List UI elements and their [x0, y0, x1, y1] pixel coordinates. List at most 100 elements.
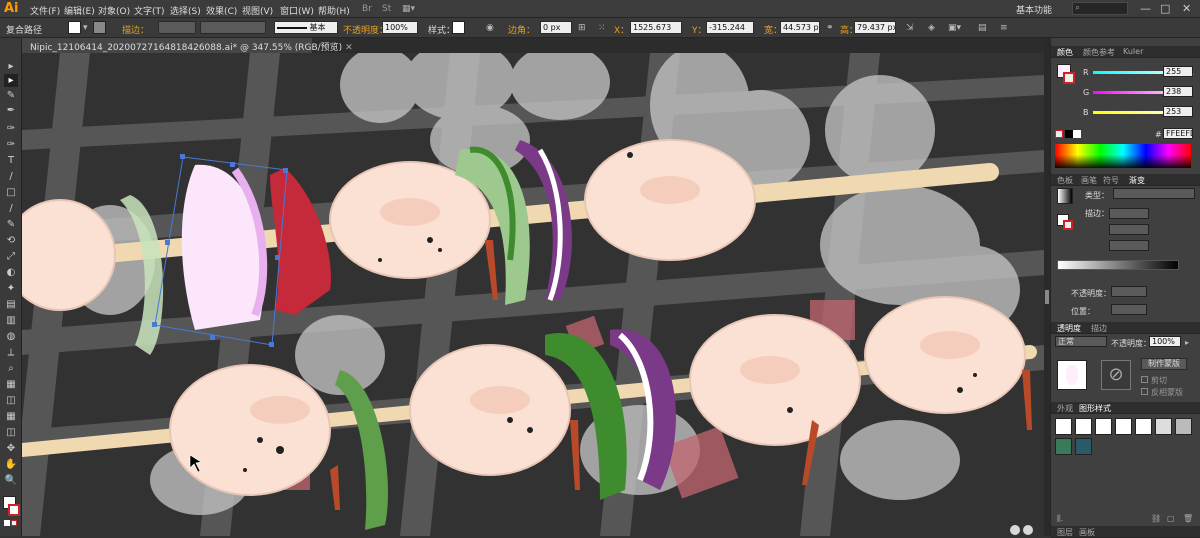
g-field[interactable]: 238 — [1163, 86, 1193, 97]
pen-tool-icon[interactable]: ✑ — [4, 122, 18, 135]
transform-icon[interactable]: ⇲ — [906, 23, 914, 33]
stroke-label[interactable]: 描边： — [122, 23, 149, 36]
width-tool-icon[interactable]: ◐ — [4, 266, 18, 279]
line-tool-icon[interactable]: / — [4, 170, 18, 183]
pencil-tool-icon[interactable]: ✎ — [4, 218, 18, 231]
brush-style-select[interactable]: 基本 — [274, 21, 338, 34]
graphic-style-swatch-4[interactable] — [1115, 418, 1132, 435]
type-tool-icon[interactable]: T — [4, 154, 18, 167]
hex-field[interactable]: FFEEFD — [1163, 128, 1193, 139]
gradient-aspect-field[interactable] — [1109, 240, 1149, 251]
curvature-tool-icon[interactable]: ✑ — [4, 138, 18, 151]
tab-color-guide[interactable]: 颜色参考 — [1083, 47, 1115, 58]
fill-dropdown-icon[interactable]: ▾ — [83, 23, 88, 33]
isolate-icon[interactable]: ◈ — [928, 23, 935, 33]
tab-stroke[interactable]: 描边 — [1091, 323, 1107, 334]
corner-field[interactable]: 0 px — [540, 21, 572, 34]
tab-transparency[interactable]: 透明度 — [1057, 323, 1081, 334]
direct-selection-tool-icon[interactable]: ▸ — [4, 74, 18, 87]
gradient-slider[interactable] — [1057, 260, 1179, 270]
shape-builder-tool-icon[interactable]: ▤ — [4, 298, 18, 311]
menu-effect[interactable]: 效果(C) — [206, 4, 237, 17]
document-tab[interactable]: Nipic_12106414_20200727164818426088.ai* … — [22, 38, 353, 53]
close-button[interactable]: ✕ — [1182, 2, 1191, 15]
menu-view[interactable]: 视图(V) — [242, 4, 273, 17]
stroke-color-box[interactable] — [8, 504, 20, 516]
color-stroke-box[interactable] — [1063, 72, 1075, 84]
tab-appearance[interactable]: 外观 — [1057, 403, 1073, 414]
opacity-field[interactable]: 100% — [382, 21, 418, 34]
tab-gradient[interactable]: 渐变 — [1129, 175, 1145, 186]
close-tab-icon[interactable]: ✕ — [345, 43, 353, 53]
menu-file[interactable]: 文件(F) — [30, 4, 60, 17]
stroke-swatch[interactable] — [93, 21, 106, 34]
tab-brushes[interactable]: 画笔 — [1081, 175, 1097, 186]
bridge-icon[interactable]: Br — [362, 4, 372, 14]
tab-kuler[interactable]: Kuler — [1123, 47, 1143, 56]
gradient-tool-icon[interactable]: ⟂ — [4, 346, 18, 359]
maximize-button[interactable]: □ — [1160, 2, 1170, 15]
tab-swatches[interactable]: 色板 — [1057, 175, 1073, 186]
y-field[interactable]: -315.244 — [706, 21, 754, 34]
invert-mask-checkbox[interactable] — [1141, 388, 1148, 395]
workspace-switcher[interactable]: 基本功能 — [1016, 3, 1052, 16]
delete-style-icon[interactable]: 🗑 — [1183, 514, 1193, 523]
column-graph-tool-icon[interactable]: ▦ — [4, 410, 18, 423]
tab-graphic-styles[interactable]: 图形样式 — [1079, 403, 1111, 414]
none-swatch[interactable] — [1055, 130, 1063, 138]
zoom-tool-icon[interactable]: 🔍 — [4, 474, 18, 487]
menu-window[interactable]: 窗口(W) — [280, 4, 314, 17]
tab-artboards[interactable]: 画板 — [1079, 527, 1095, 538]
mask-thumbnail[interactable]: ⊘ — [1101, 360, 1131, 390]
graphic-style-swatch-2[interactable] — [1075, 418, 1092, 435]
tab-layers[interactable]: 图层 — [1057, 527, 1073, 538]
hand-tool-icon[interactable]: ✋ — [4, 458, 18, 471]
b-field[interactable]: 253 — [1163, 106, 1193, 117]
gradient-type-select[interactable] — [1113, 188, 1195, 199]
blend-mode-select[interactable]: 正常 — [1055, 336, 1107, 347]
scale-tool-icon[interactable]: ⤢ — [4, 250, 18, 263]
align-icon[interactable]: ⊞ — [578, 23, 586, 33]
canvas[interactable] — [22, 53, 1044, 536]
gradient-opacity-field[interactable] — [1111, 286, 1147, 297]
graphic-style-swatch-8[interactable] — [1055, 438, 1072, 455]
recolor-icon[interactable]: ◉ — [486, 23, 494, 33]
black-swatch[interactable] — [1065, 130, 1073, 138]
slice-tool-icon[interactable]: ✥ — [4, 442, 18, 455]
clip-checkbox[interactable] — [1141, 376, 1148, 383]
tab-symbols[interactable]: 符号 — [1103, 175, 1119, 186]
width-field[interactable]: 44.573 px — [780, 21, 820, 34]
arrange-docs-icon[interactable]: ▦▾ — [402, 4, 415, 14]
graphic-style-swatch-9[interactable] — [1075, 438, 1092, 455]
graphic-style-swatch-6[interactable] — [1155, 418, 1172, 435]
paintbrush-tool-icon[interactable]: / — [4, 202, 18, 215]
color-mode-icon[interactable] — [4, 520, 10, 526]
stroke-weight-field[interactable] — [158, 21, 196, 34]
menu-select[interactable]: 选择(S) — [170, 4, 201, 17]
graphic-style-swatch-7[interactable] — [1175, 418, 1192, 435]
r-field[interactable]: 255 — [1163, 66, 1193, 77]
library-menu-icon[interactable]: ⫼. — [1057, 514, 1063, 524]
new-style-icon[interactable]: ▢ — [1167, 514, 1175, 523]
white-swatch[interactable] — [1073, 130, 1081, 138]
height-field[interactable]: 79.437 px — [854, 21, 896, 34]
link-proportions-icon[interactable]: ⚭ — [826, 23, 834, 33]
transparency-opacity-field[interactable]: 100% — [1149, 336, 1181, 347]
rectangle-tool-icon[interactable]: □ — [4, 186, 18, 199]
search-input[interactable]: ⌕ — [1072, 2, 1128, 15]
menu-edit[interactable]: 编辑(E) — [64, 4, 95, 17]
graphic-style-swatch-5[interactable] — [1135, 418, 1152, 435]
gradient-stroke-box[interactable] — [1063, 220, 1073, 230]
gradient-stroke-buttons[interactable] — [1109, 208, 1149, 219]
select-similar-icon[interactable]: ▣▾ — [948, 23, 961, 33]
variable-width-select[interactable] — [200, 21, 266, 34]
graphic-style-swatch[interactable] — [452, 21, 465, 34]
gradient-preview[interactable] — [1057, 188, 1073, 204]
symbol-sprayer-tool-icon[interactable]: ◫ — [4, 394, 18, 407]
document-setup-icon[interactable]: ▤ — [978, 23, 987, 33]
gradient-position-field[interactable] — [1111, 304, 1147, 315]
gradient-angle-field[interactable] — [1109, 224, 1149, 235]
rotate-tool-icon[interactable]: ⟲ — [4, 234, 18, 247]
blend-tool-icon[interactable]: ▦ — [4, 378, 18, 391]
fill-swatch[interactable] — [68, 21, 81, 34]
